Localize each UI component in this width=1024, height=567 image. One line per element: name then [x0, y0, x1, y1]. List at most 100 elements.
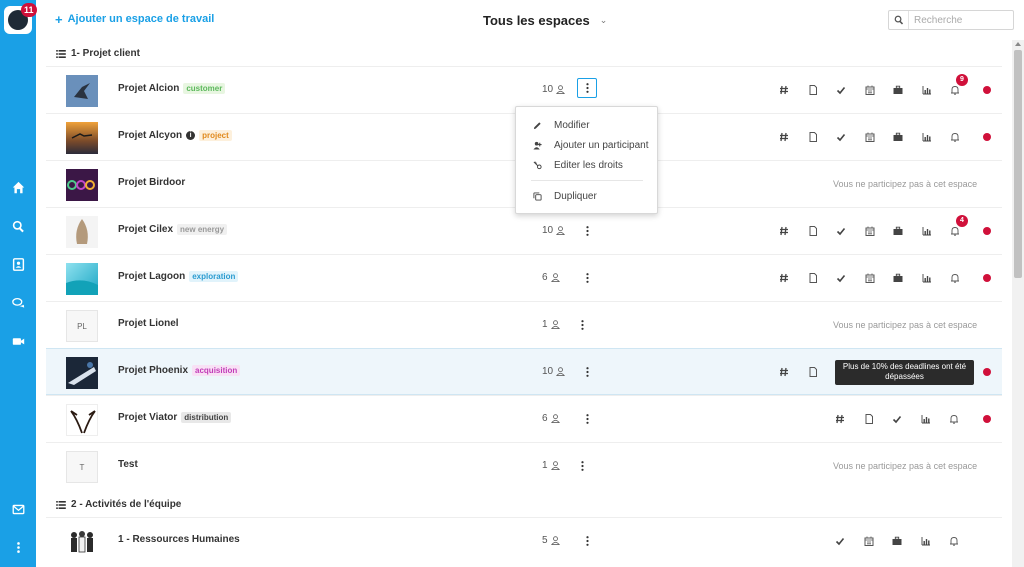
calendar-icon[interactable] — [855, 534, 884, 548]
project-name[interactable]: Projet Phoenix acquisition — [118, 365, 241, 376]
more-options-button[interactable] — [581, 364, 593, 380]
more-options-button[interactable] — [576, 317, 588, 333]
participant-count: 6 — [542, 413, 560, 424]
calendar-icon[interactable] — [856, 130, 885, 144]
briefcase-icon[interactable] — [884, 224, 913, 238]
document-icon[interactable] — [799, 130, 828, 144]
video-icon[interactable] — [8, 331, 28, 351]
bell-icon[interactable] — [941, 271, 970, 285]
tools-bar — [770, 130, 970, 144]
search-icon[interactable] — [8, 216, 28, 236]
check-icon[interactable] — [883, 412, 912, 426]
scroll-up-arrow-icon[interactable] — [1015, 42, 1021, 46]
list-icon — [56, 49, 66, 58]
document-icon[interactable] — [799, 224, 828, 238]
project-name[interactable]: Projet Alcion customer — [118, 83, 226, 94]
more-options-button[interactable] — [576, 458, 588, 474]
table-row[interactable]: T Test 1 Vous ne participez pas à cet es… — [46, 442, 1002, 489]
channel-hash-icon[interactable] — [770, 224, 799, 238]
add-workspace-link[interactable]: + Ajouter un espace de travail — [55, 11, 214, 27]
channel-hash-icon[interactable] — [770, 130, 799, 144]
bell-icon[interactable]: 9 — [941, 74, 970, 97]
table-row[interactable]: Projet Lagoon exploration 6 — [46, 254, 1002, 301]
copy-icon — [533, 191, 542, 201]
contacts-icon[interactable] — [8, 254, 28, 274]
more-vertical-icon[interactable] — [8, 537, 28, 557]
not-participating-text: Vous ne participez pas à cet espace — [833, 179, 978, 189]
space-filter-select[interactable]: Tous les espaces ⌄ — [483, 13, 607, 28]
status-dot — [983, 227, 991, 235]
home-icon[interactable] — [8, 177, 28, 197]
notification-badge: 11 — [21, 3, 37, 17]
table-row[interactable]: 1 - Ressources Humaines 5 — [46, 517, 1002, 564]
project-name[interactable]: Projet Birdoor — [118, 177, 185, 188]
project-name[interactable]: Test — [118, 459, 138, 470]
project-name[interactable]: 1 - Ressources Humaines — [118, 534, 240, 545]
bar-chart-icon[interactable] — [913, 130, 942, 144]
calendar-icon[interactable] — [856, 224, 885, 238]
project-name[interactable]: Projet Alcyon i project — [118, 130, 232, 141]
project-name-label: 1 - Ressources Humaines — [118, 534, 240, 545]
group-header[interactable]: 1- Projet client — [56, 48, 140, 59]
more-options-button[interactable] — [581, 223, 593, 239]
document-icon[interactable] — [799, 83, 828, 97]
project-avatar — [66, 357, 98, 389]
more-options-button[interactable] — [581, 270, 593, 286]
chat-icon[interactable] — [8, 293, 28, 313]
briefcase-icon[interactable] — [884, 83, 913, 97]
notification-badge: 4 — [956, 215, 968, 227]
channel-hash-icon[interactable] — [826, 412, 855, 426]
briefcase-icon[interactable] — [884, 271, 913, 285]
briefcase-icon[interactable] — [883, 534, 912, 548]
table-row[interactable]: PL Projet Lionel 1 Vous ne participez pa… — [46, 301, 1002, 348]
briefcase-icon[interactable] — [884, 130, 913, 144]
table-row[interactable]: Projet Cilex new energy 10 4 — [46, 207, 1002, 254]
menu-item-edit[interactable]: Modifier — [516, 116, 657, 134]
check-icon[interactable] — [827, 83, 856, 97]
bar-chart-icon[interactable] — [912, 412, 941, 426]
participant-count-value: 10 — [542, 366, 554, 377]
scrollbar-thumb[interactable] — [1014, 50, 1022, 278]
check-icon[interactable] — [827, 130, 856, 144]
bar-chart-icon[interactable] — [913, 224, 942, 238]
search-box — [888, 10, 1014, 30]
channel-hash-icon[interactable] — [770, 365, 799, 379]
calendar-icon[interactable] — [856, 83, 885, 97]
document-icon[interactable] — [799, 365, 828, 379]
project-name[interactable]: Projet Viator distribution — [118, 412, 232, 423]
menu-item-duplicate[interactable]: Dupliquer — [516, 187, 657, 205]
bell-icon[interactable] — [940, 412, 969, 426]
check-icon[interactable] — [827, 224, 856, 238]
search-input[interactable] — [909, 14, 1009, 26]
project-avatar — [66, 404, 98, 436]
calendar-icon[interactable] — [856, 271, 885, 285]
info-icon[interactable]: i — [186, 131, 196, 140]
more-options-button[interactable] — [581, 411, 593, 427]
check-icon[interactable] — [827, 271, 856, 285]
more-options-button[interactable] — [577, 78, 597, 98]
bell-icon[interactable] — [940, 534, 969, 548]
bar-chart-icon[interactable] — [912, 534, 941, 548]
document-icon[interactable] — [799, 271, 828, 285]
more-options-button[interactable] — [581, 533, 593, 549]
project-name[interactable]: Projet Lagoon exploration — [118, 271, 239, 282]
project-name[interactable]: Projet Lionel — [118, 318, 179, 329]
table-row[interactable]: Projet Viator distribution 6 — [46, 395, 1002, 442]
bar-chart-icon[interactable] — [913, 83, 942, 97]
vertical-scrollbar[interactable] — [1012, 40, 1024, 567]
bar-chart-icon[interactable] — [913, 271, 942, 285]
mail-icon[interactable] — [8, 499, 28, 519]
menu-item-label: Editer les droits — [554, 159, 623, 171]
group-header[interactable]: 2 - Activités de l'équipe — [56, 499, 181, 510]
project-name[interactable]: Projet Cilex new energy — [118, 224, 228, 235]
plus-icon: + — [55, 11, 63, 27]
check-icon[interactable] — [826, 534, 855, 548]
bell-icon[interactable]: 4 — [941, 215, 970, 238]
document-icon[interactable] — [855, 412, 884, 426]
app-logo[interactable]: 11 — [4, 3, 37, 34]
bell-icon[interactable] — [941, 130, 970, 144]
menu-item-edit-rights[interactable]: Editer les droits — [516, 156, 657, 174]
menu-item-add-participant[interactable]: Ajouter un participant — [516, 136, 657, 154]
channel-hash-icon[interactable] — [770, 83, 799, 97]
channel-hash-icon[interactable] — [770, 271, 799, 285]
